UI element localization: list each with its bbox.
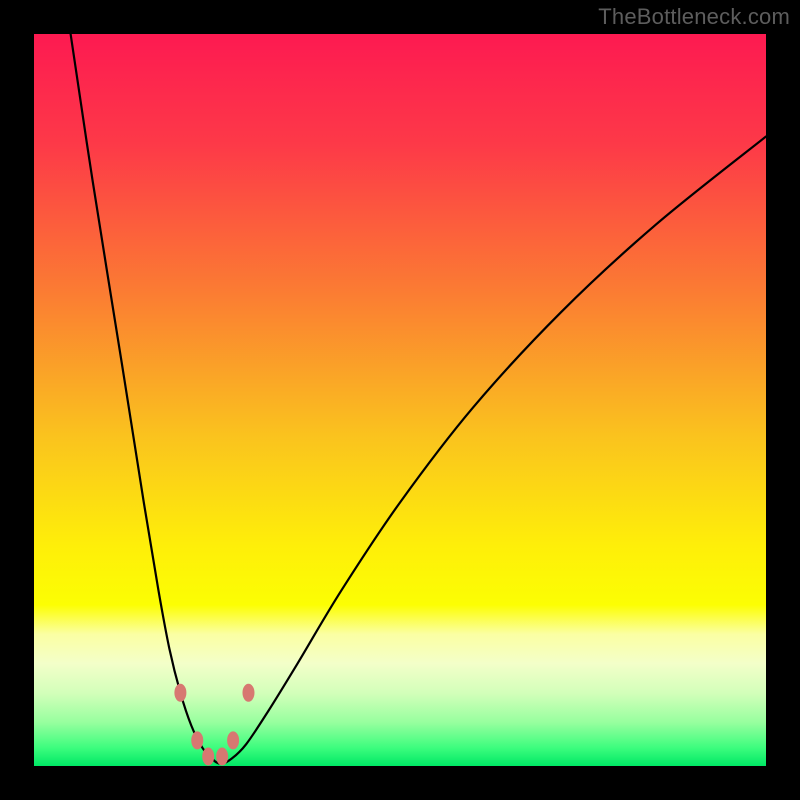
watermark-text: TheBottleneck.com xyxy=(598,4,790,30)
curve-marker xyxy=(174,684,186,702)
curve-markers xyxy=(34,34,766,766)
curve-marker xyxy=(227,731,239,749)
curve-marker xyxy=(191,731,203,749)
curve-marker xyxy=(242,684,254,702)
curve-marker xyxy=(202,747,214,765)
curve-marker xyxy=(216,747,228,765)
chart-frame: TheBottleneck.com xyxy=(0,0,800,800)
plot-area xyxy=(34,34,766,766)
